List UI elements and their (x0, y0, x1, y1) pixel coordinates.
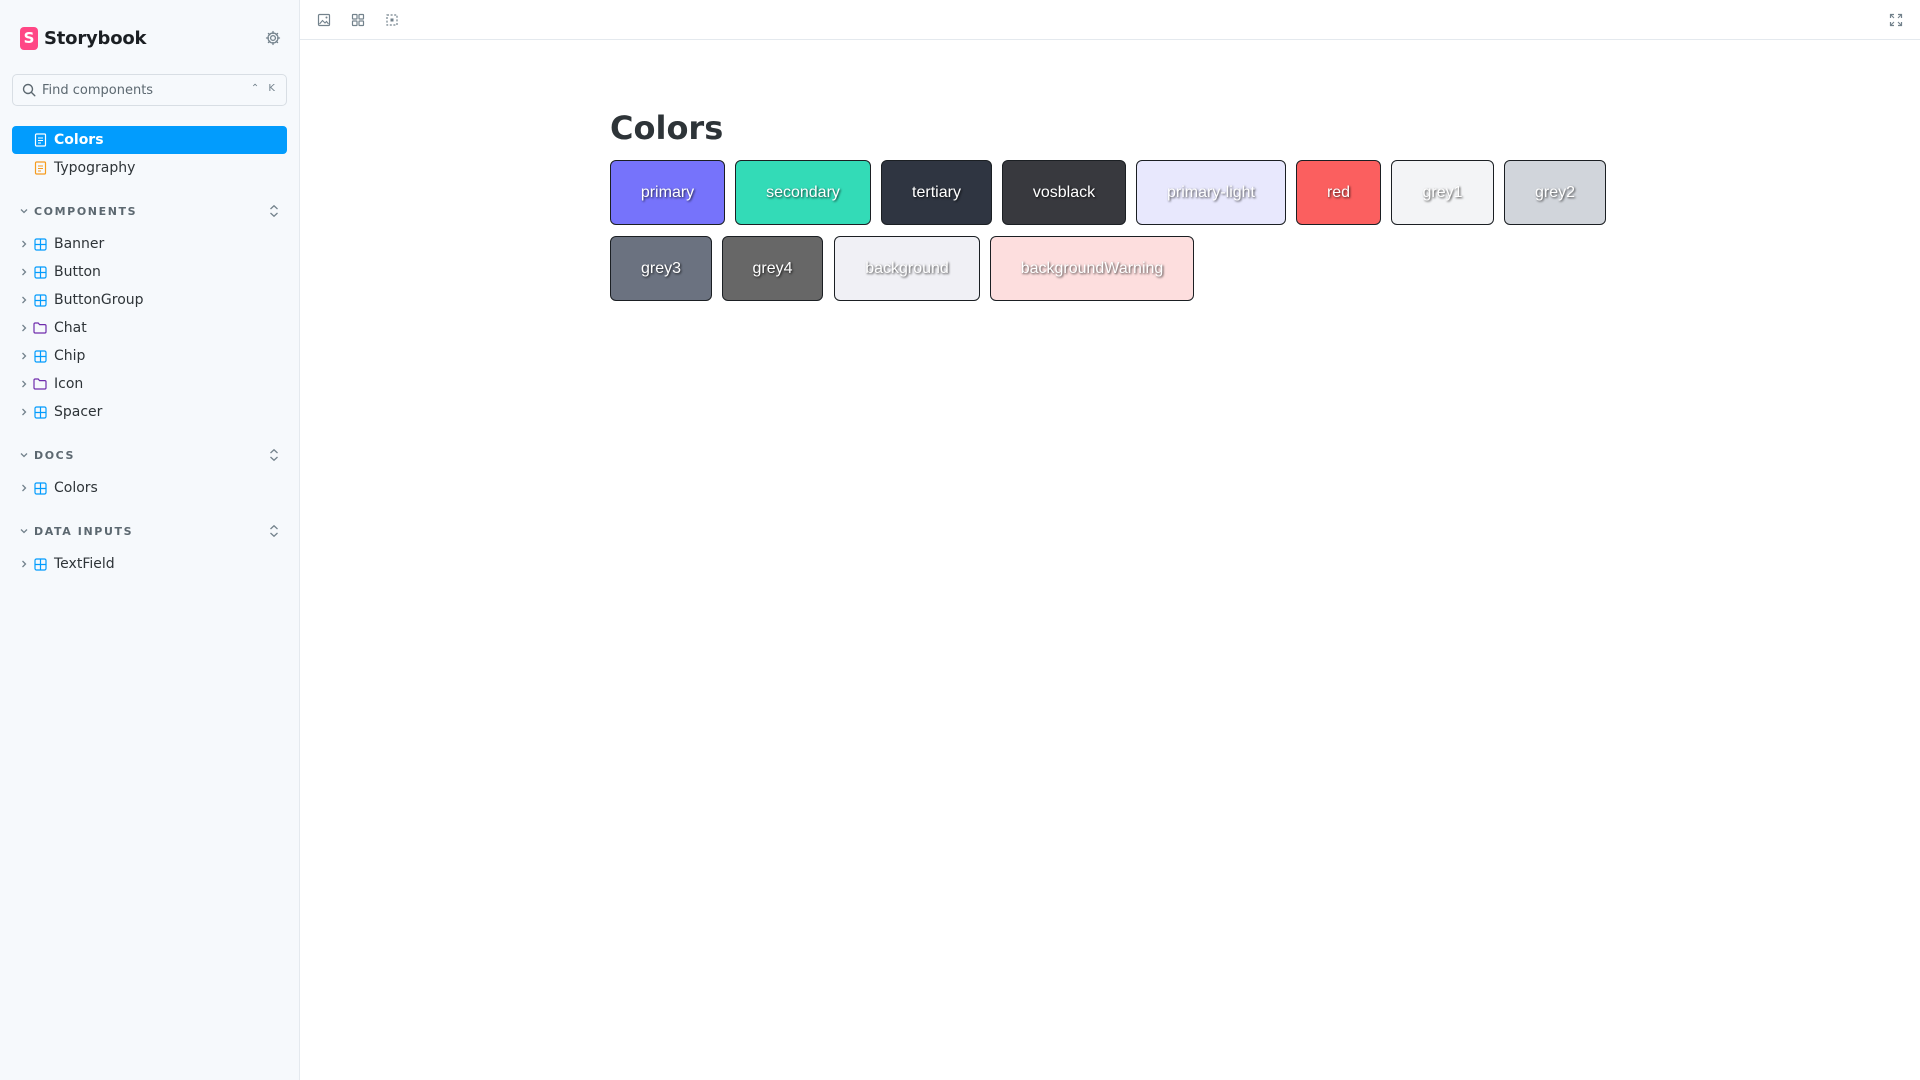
color-swatch-background: background (834, 236, 980, 301)
tree-item-textfield[interactable]: TextField (12, 550, 287, 578)
preview-toolbar (300, 0, 1920, 40)
tree-item-label: Spacer (54, 404, 103, 420)
tree-item-label: Button (54, 264, 101, 280)
chevron-right-icon (18, 378, 30, 390)
chevron-right-icon (18, 482, 30, 494)
color-swatch-primary-light: primary-light (1136, 160, 1286, 225)
tree-item-buttongroup[interactable]: ButtonGroup (12, 286, 287, 314)
tree-item-button[interactable]: Button (12, 258, 287, 286)
preview-canvas: Colors primary secondary tertiary vosbla… (300, 41, 1920, 1080)
color-swatch-primary: primary (610, 160, 725, 225)
tree-item-banner[interactable]: Banner (12, 230, 287, 258)
tree-item-docs-colors[interactable]: Colors (12, 474, 287, 502)
brand-name: Storybook (44, 27, 147, 49)
tree-item-label: Icon (54, 376, 84, 392)
tree-item-label: Chat (54, 320, 87, 336)
chevron-right-icon (18, 294, 30, 306)
chevron-down-icon (18, 449, 30, 461)
folder-icon (33, 377, 47, 391)
chevron-right-icon (18, 558, 30, 570)
color-swatch-secondary: secondary (735, 160, 871, 225)
tree-item-spacer[interactable]: Spacer (12, 398, 287, 426)
chevron-right-icon (18, 238, 30, 250)
document-icon (33, 161, 47, 175)
chevron-right-icon (18, 406, 30, 418)
settings-gear-icon[interactable] (262, 27, 284, 49)
expand-collapse-icon[interactable] (264, 201, 284, 221)
section-title: DATA INPUTS (34, 524, 134, 538)
fullscreen-icon[interactable] (1884, 8, 1908, 32)
tree-item-label: Banner (54, 236, 105, 252)
section-data-inputs[interactable]: DATA INPUTS (18, 519, 284, 543)
tree-item-chat[interactable]: Chat (12, 314, 287, 342)
sidebar-item-colors[interactable]: Colors (12, 126, 287, 154)
color-swatch-grey3: grey3 (610, 236, 712, 301)
section-docs[interactable]: DOCS (18, 443, 284, 467)
section-components[interactable]: COMPONENTS (18, 199, 284, 223)
search-input[interactable] (42, 82, 242, 98)
section-title: COMPONENTS (34, 204, 138, 218)
search-shortcut: ⌃ K (250, 83, 278, 94)
component-icon (33, 349, 47, 363)
component-icon (33, 481, 47, 495)
color-swatch-grey4: grey4 (722, 236, 823, 301)
section-title: DOCS (34, 448, 76, 462)
storybook-logo: S (20, 26, 38, 50)
component-icon (33, 405, 47, 419)
sidebar-item-label: Colors (54, 132, 104, 148)
component-icon (33, 265, 47, 279)
color-swatch-grey2: grey2 (1504, 160, 1606, 225)
chevron-down-icon (18, 205, 30, 217)
search-box: ⌃ K (12, 74, 287, 106)
tree-item-label: ButtonGroup (54, 292, 144, 308)
outline-icon[interactable] (380, 8, 404, 32)
expand-collapse-icon[interactable] (264, 445, 284, 465)
chevron-right-icon (18, 350, 30, 362)
sidebar: S Storybook ⌃ K Colors Typography COMPON… (0, 0, 300, 1080)
color-swatch-grey1: grey1 (1391, 160, 1494, 225)
expand-collapse-icon[interactable] (264, 521, 284, 541)
sidebar-item-typography[interactable]: Typography (12, 154, 287, 182)
tree-item-label: Chip (54, 348, 86, 364)
tree-item-label: TextField (54, 556, 115, 572)
brand[interactable]: S Storybook (20, 25, 147, 51)
page-title: Colors (610, 109, 724, 147)
component-icon (33, 293, 47, 307)
chevron-right-icon (18, 266, 30, 278)
tree-item-label: Colors (54, 480, 98, 496)
sidebar-item-label: Typography (54, 160, 136, 176)
color-swatch-vosblack: vosblack (1002, 160, 1126, 225)
color-swatch-backgroundwarning: backgroundWarning (990, 236, 1194, 301)
chevron-down-icon (18, 525, 30, 537)
image-icon[interactable] (312, 8, 336, 32)
component-icon (33, 557, 47, 571)
chevron-right-icon (18, 322, 30, 334)
document-icon (33, 133, 47, 147)
tree-item-chip[interactable]: Chip (12, 342, 287, 370)
component-icon (33, 237, 47, 251)
grid-icon[interactable] (346, 8, 370, 32)
tree-item-icon[interactable]: Icon (12, 370, 287, 398)
search-icon (21, 82, 37, 98)
folder-icon (33, 321, 47, 335)
color-swatch-red: red (1296, 160, 1381, 225)
color-swatch-tertiary: tertiary (881, 160, 992, 225)
